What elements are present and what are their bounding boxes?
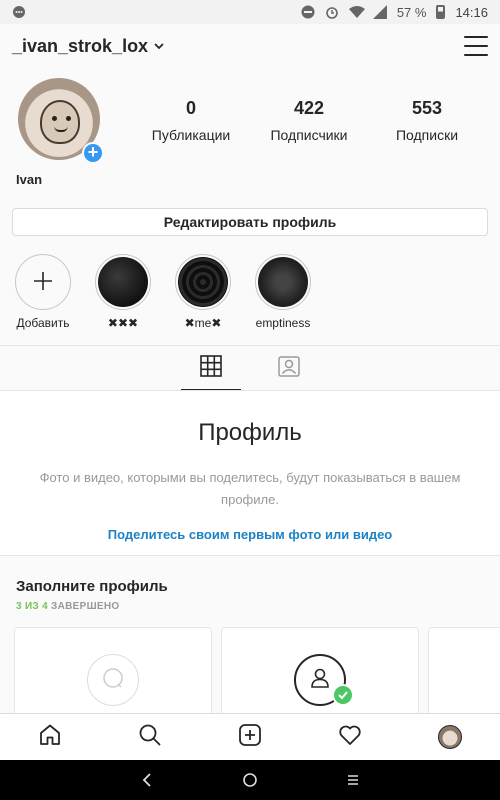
empty-profile-state: Профиль Фото и видео, которыми вы подели… xyxy=(0,391,500,555)
highlight-item[interactable]: emptiness xyxy=(254,254,312,330)
stat-value: 422 xyxy=(293,98,325,118)
avatar-eye xyxy=(52,116,57,121)
nav-new-post[interactable] xyxy=(230,717,270,757)
profile-tabs xyxy=(0,346,500,390)
search-icon xyxy=(138,723,162,752)
highlight-circle[interactable] xyxy=(175,254,231,310)
profile-task-card[interactable] xyxy=(14,627,212,715)
avatar-wrapper[interactable]: + xyxy=(18,78,104,164)
battery-icon xyxy=(436,5,446,19)
highlight-add[interactable]: Добавить xyxy=(14,254,72,330)
highlight-label: emptiness xyxy=(255,316,311,330)
highlight-circle[interactable] xyxy=(255,254,311,310)
card-icon-circle xyxy=(87,654,139,706)
stat-value: 0 xyxy=(185,98,196,118)
avatar-eye xyxy=(66,116,71,121)
hamburger-line xyxy=(464,36,488,38)
chat-bubble-icon xyxy=(100,665,126,696)
highlight-circle[interactable] xyxy=(95,254,151,310)
plus-icon xyxy=(33,267,53,297)
stat-posts[interactable]: 0 Публикации xyxy=(132,98,250,143)
highlight-cover xyxy=(178,257,228,307)
person-icon xyxy=(307,665,333,696)
username-switcher[interactable]: _ivan_strok_lox xyxy=(12,36,148,57)
profile-task-card[interactable] xyxy=(221,627,419,715)
avatar-mouth xyxy=(54,126,68,132)
highlight-label: ✖me✖ xyxy=(184,316,222,330)
divider xyxy=(0,555,500,556)
chat-notification-icon xyxy=(12,5,26,19)
nav-activity[interactable] xyxy=(330,717,370,757)
highlight-item[interactable]: ✖me✖ xyxy=(174,254,232,330)
avatar-face xyxy=(40,100,80,144)
battery-percent: 57 % xyxy=(396,4,427,20)
highlight-circle[interactable] xyxy=(15,254,71,310)
check-icon xyxy=(332,684,354,706)
back-icon[interactable] xyxy=(132,765,162,795)
wifi-icon xyxy=(348,5,365,19)
highlight-label: Добавить xyxy=(16,316,70,330)
profile-header: _ivan_strok_lox xyxy=(0,24,500,68)
add-story-plus-icon[interactable]: + xyxy=(82,142,104,164)
chevron-down-icon[interactable] xyxy=(154,37,164,55)
bottom-navigation xyxy=(0,713,500,760)
complete-profile-title: Заполните профиль xyxy=(16,578,168,595)
stat-label: Подписки xyxy=(395,127,459,143)
profile-avatar-icon xyxy=(438,725,462,749)
home-circle-icon[interactable] xyxy=(235,765,265,795)
share-first-photo-link[interactable]: Поделитесь своим первым фото или видео xyxy=(0,527,500,542)
story-highlights: Добавить ✖✖✖ ✖me✖ emptiness xyxy=(14,254,312,330)
empty-title: Профиль xyxy=(198,419,302,446)
home-icon xyxy=(38,723,62,752)
display-name: Ivan xyxy=(16,172,43,187)
nav-home[interactable] xyxy=(30,717,70,757)
progress-suffix: ЗАВЕРШЕНО xyxy=(47,601,120,612)
highlight-label: ✖✖✖ xyxy=(107,316,139,330)
nav-search[interactable] xyxy=(130,717,170,757)
progress-done-count: 3 ИЗ 4 xyxy=(16,601,48,612)
highlight-cover xyxy=(258,257,308,307)
stat-label: Подписчики xyxy=(270,127,348,143)
complete-profile-cards xyxy=(14,627,500,715)
profile-stats: 0 Публикации 422 Подписчики 553 Подписки xyxy=(132,98,486,143)
stat-followers[interactable]: 422 Подписчики xyxy=(250,98,368,143)
heart-icon xyxy=(338,723,362,752)
highlight-cover xyxy=(98,257,148,307)
stat-following[interactable]: 553 Подписки xyxy=(368,98,486,143)
edit-profile-button[interactable]: Редактировать профиль xyxy=(12,208,488,236)
stat-label: Публикации xyxy=(151,127,231,143)
tagged-person-icon xyxy=(277,354,301,383)
menu-button[interactable] xyxy=(464,36,488,56)
hamburger-line xyxy=(464,45,488,47)
complete-profile-section: Заполните профиль 3 ИЗ 4 ЗАВЕРШЕНО xyxy=(16,578,168,612)
stat-value: 553 xyxy=(411,98,443,118)
signal-icon xyxy=(372,5,387,19)
tab-tagged[interactable] xyxy=(265,346,313,390)
status-bar: 57 % 14:16 xyxy=(0,0,500,24)
add-post-icon xyxy=(238,723,262,752)
hamburger-line xyxy=(464,54,488,56)
profile-info: + 0 Публикации 422 Подписчики 553 Подпис… xyxy=(14,78,486,188)
recents-menu-icon[interactable] xyxy=(338,765,368,795)
empty-description: Фото и видео, которыми вы поделитесь, бу… xyxy=(39,470,461,507)
profile-task-card[interactable] xyxy=(428,627,500,715)
complete-profile-progress: 3 ИЗ 4 ЗАВЕРШЕНО xyxy=(16,601,168,612)
alarm-icon xyxy=(325,5,339,19)
grid-icon xyxy=(199,354,223,383)
status-time: 14:16 xyxy=(455,4,488,20)
nav-profile[interactable] xyxy=(430,717,470,757)
highlight-item[interactable]: ✖✖✖ xyxy=(94,254,152,330)
tab-grid[interactable] xyxy=(181,346,241,390)
do-not-disturb-icon xyxy=(301,5,315,19)
system-navigation-bar xyxy=(0,760,500,800)
